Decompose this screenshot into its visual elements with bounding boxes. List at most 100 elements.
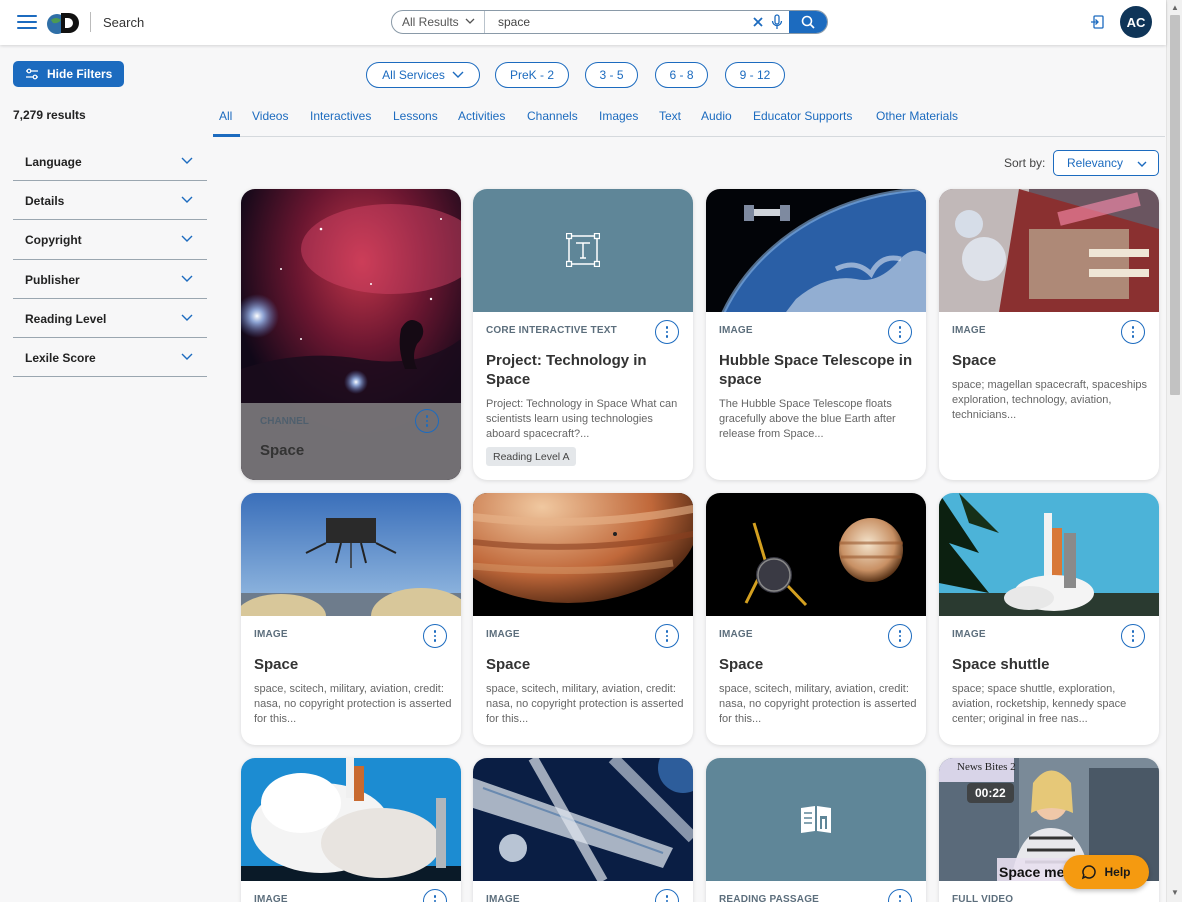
tab-audio[interactable]: Audio bbox=[701, 109, 732, 123]
discovery-logo[interactable] bbox=[46, 10, 82, 35]
card-description: space; magellan spacecraft, spaceships e… bbox=[952, 379, 1148, 421]
sliders-icon bbox=[26, 68, 38, 80]
search-button[interactable] bbox=[789, 11, 827, 33]
filter-label: Language bbox=[25, 155, 82, 169]
card-title: Space bbox=[254, 656, 299, 673]
search-input[interactable]: space bbox=[498, 15, 530, 29]
space-station-art-thumbnail bbox=[473, 758, 693, 881]
search-icon bbox=[801, 15, 815, 29]
menu-icon[interactable] bbox=[17, 15, 37, 29]
grade-pill-6-8[interactable]: 6 - 8 bbox=[655, 62, 708, 88]
sort-select[interactable]: Relevancy bbox=[1053, 150, 1159, 176]
card-title: Space bbox=[486, 656, 531, 673]
scope-select[interactable]: All Results bbox=[392, 11, 485, 33]
reading-passage-icon bbox=[801, 806, 831, 833]
chevron-down-icon bbox=[465, 18, 475, 24]
scroll-down-arrow-icon[interactable]: ▼ bbox=[1171, 888, 1179, 897]
card-type: IMAGE bbox=[719, 325, 753, 336]
card-type: FULL VIDEO bbox=[952, 894, 1014, 902]
result-card[interactable]: IMAGE Hubble Space Telescope in space Th… bbox=[706, 189, 926, 480]
tab-all[interactable]: All bbox=[219, 109, 232, 123]
thumbnail-caption-bottom: Space me bbox=[999, 864, 1065, 880]
result-card[interactable]: IMAGE Space space, scitech, military, av… bbox=[706, 493, 926, 745]
logo-divider bbox=[90, 12, 91, 32]
card-title: Space bbox=[719, 656, 764, 673]
sort-label: Sort by: bbox=[1004, 156, 1046, 170]
tab-educator-supports[interactable]: Educator Supports bbox=[753, 109, 852, 123]
card-menu-button[interactable] bbox=[888, 320, 912, 344]
more-vertical-icon bbox=[898, 325, 902, 339]
filter-language[interactable]: Language bbox=[13, 142, 207, 182]
result-card[interactable]: IMAGE Space space; magellan spacecraft, … bbox=[939, 189, 1159, 480]
card-menu-button[interactable] bbox=[655, 320, 679, 344]
tab-interactives[interactable]: Interactives bbox=[310, 109, 371, 123]
scrollbar[interactable]: ▲ ▼ bbox=[1166, 0, 1182, 902]
chevron-down-icon bbox=[181, 196, 193, 204]
scroll-thumb[interactable] bbox=[1170, 15, 1180, 395]
card-menu-button[interactable] bbox=[888, 889, 912, 902]
avatar[interactable]: AC bbox=[1120, 6, 1152, 38]
filter-label: Copyright bbox=[25, 233, 82, 248]
card-menu-button[interactable] bbox=[1121, 624, 1145, 648]
result-card[interactable]: IMAGE Space space, scitech, military, av… bbox=[241, 493, 461, 745]
result-card[interactable]: IMAGE Space space, scitech, military, av… bbox=[473, 493, 693, 745]
tab-activities[interactable]: Activities bbox=[458, 109, 505, 123]
card-menu-button[interactable] bbox=[415, 409, 439, 433]
filter-reading-level[interactable]: Reading Level bbox=[13, 299, 207, 338]
grade-pill-9-12[interactable]: 9 - 12 bbox=[725, 62, 785, 88]
probe-jupiter-thumbnail bbox=[706, 493, 926, 616]
card-menu-button[interactable] bbox=[423, 624, 447, 648]
reading-level-badge: Reading Level A bbox=[486, 447, 577, 466]
grade-pill-prek-2[interactable]: PreK - 2 bbox=[495, 62, 569, 88]
tab-other-materials[interactable]: Other Materials bbox=[876, 109, 958, 123]
hide-filters-button[interactable]: Hide Filters bbox=[13, 61, 124, 87]
more-vertical-icon bbox=[898, 894, 902, 902]
tab-videos[interactable]: Videos bbox=[252, 109, 288, 123]
filter-publisher[interactable]: Publisher bbox=[13, 260, 207, 299]
shuttle-launch-thumbnail bbox=[939, 493, 1159, 616]
result-card[interactable]: CORE INTERACTIVE TEXT Project: Technolog… bbox=[473, 189, 693, 480]
filter-details[interactable]: Details bbox=[13, 181, 207, 221]
all-services-label: All Services bbox=[382, 68, 445, 82]
more-vertical-icon bbox=[1131, 325, 1135, 339]
clear-icon[interactable] bbox=[750, 14, 766, 30]
result-card[interactable]: IMAGE Space shuttle space; space shuttle… bbox=[939, 493, 1159, 745]
card-menu-button[interactable] bbox=[423, 889, 447, 902]
card-menu-button[interactable] bbox=[888, 624, 912, 648]
top-bar: Search All Results space AC bbox=[0, 0, 1166, 45]
more-vertical-icon bbox=[433, 629, 437, 643]
scroll-up-arrow-icon[interactable]: ▲ bbox=[1171, 3, 1179, 12]
more-vertical-icon bbox=[898, 629, 902, 643]
card-title: Hubble Space Telescope in space bbox=[719, 352, 913, 388]
help-button[interactable]: Help bbox=[1063, 855, 1149, 889]
chat-bubble-icon bbox=[1082, 865, 1097, 880]
result-card[interactable]: IMAGE bbox=[473, 758, 693, 902]
tab-images[interactable]: Images bbox=[599, 109, 638, 123]
card-description: space; space shuttle, exploration, aviat… bbox=[952, 683, 1127, 725]
chevron-down-icon bbox=[181, 235, 193, 243]
tab-text[interactable]: Text bbox=[659, 109, 681, 123]
card-menu-button[interactable] bbox=[1121, 320, 1145, 344]
filter-copyright[interactable]: Copyright bbox=[13, 220, 207, 260]
sort-value: Relevancy bbox=[1067, 156, 1124, 170]
result-card[interactable]: IMAGE bbox=[241, 758, 461, 902]
tab-lessons[interactable]: Lessons bbox=[393, 109, 438, 123]
tab-channels[interactable]: Channels bbox=[527, 109, 578, 123]
content-tabs: All Videos Interactives Lessons Activiti… bbox=[213, 103, 1165, 137]
card-menu-button[interactable] bbox=[655, 889, 679, 902]
card-description: Project: Technology in Space What can sc… bbox=[486, 398, 678, 440]
card-description: The Hubble Space Telescope floats gracef… bbox=[719, 398, 896, 440]
exit-icon[interactable] bbox=[1089, 13, 1107, 31]
grade-pill-3-5[interactable]: 3 - 5 bbox=[585, 62, 638, 88]
card-title: Project: Technology in Space bbox=[486, 352, 647, 388]
card-menu-button[interactable] bbox=[655, 624, 679, 648]
all-services-dropdown[interactable]: All Services bbox=[366, 62, 480, 88]
results-count: 7,279 results bbox=[13, 108, 86, 122]
result-card-channel[interactable]: CHANNEL Space bbox=[241, 189, 461, 480]
filter-lexile-score[interactable]: Lexile Score bbox=[13, 338, 207, 378]
more-vertical-icon bbox=[425, 414, 429, 428]
card-description: space, scitech, military, aviation, cred… bbox=[719, 683, 917, 725]
result-card[interactable]: READING PASSAGE bbox=[706, 758, 926, 902]
microphone-icon[interactable] bbox=[770, 14, 784, 30]
card-thumbnail bbox=[706, 758, 926, 881]
